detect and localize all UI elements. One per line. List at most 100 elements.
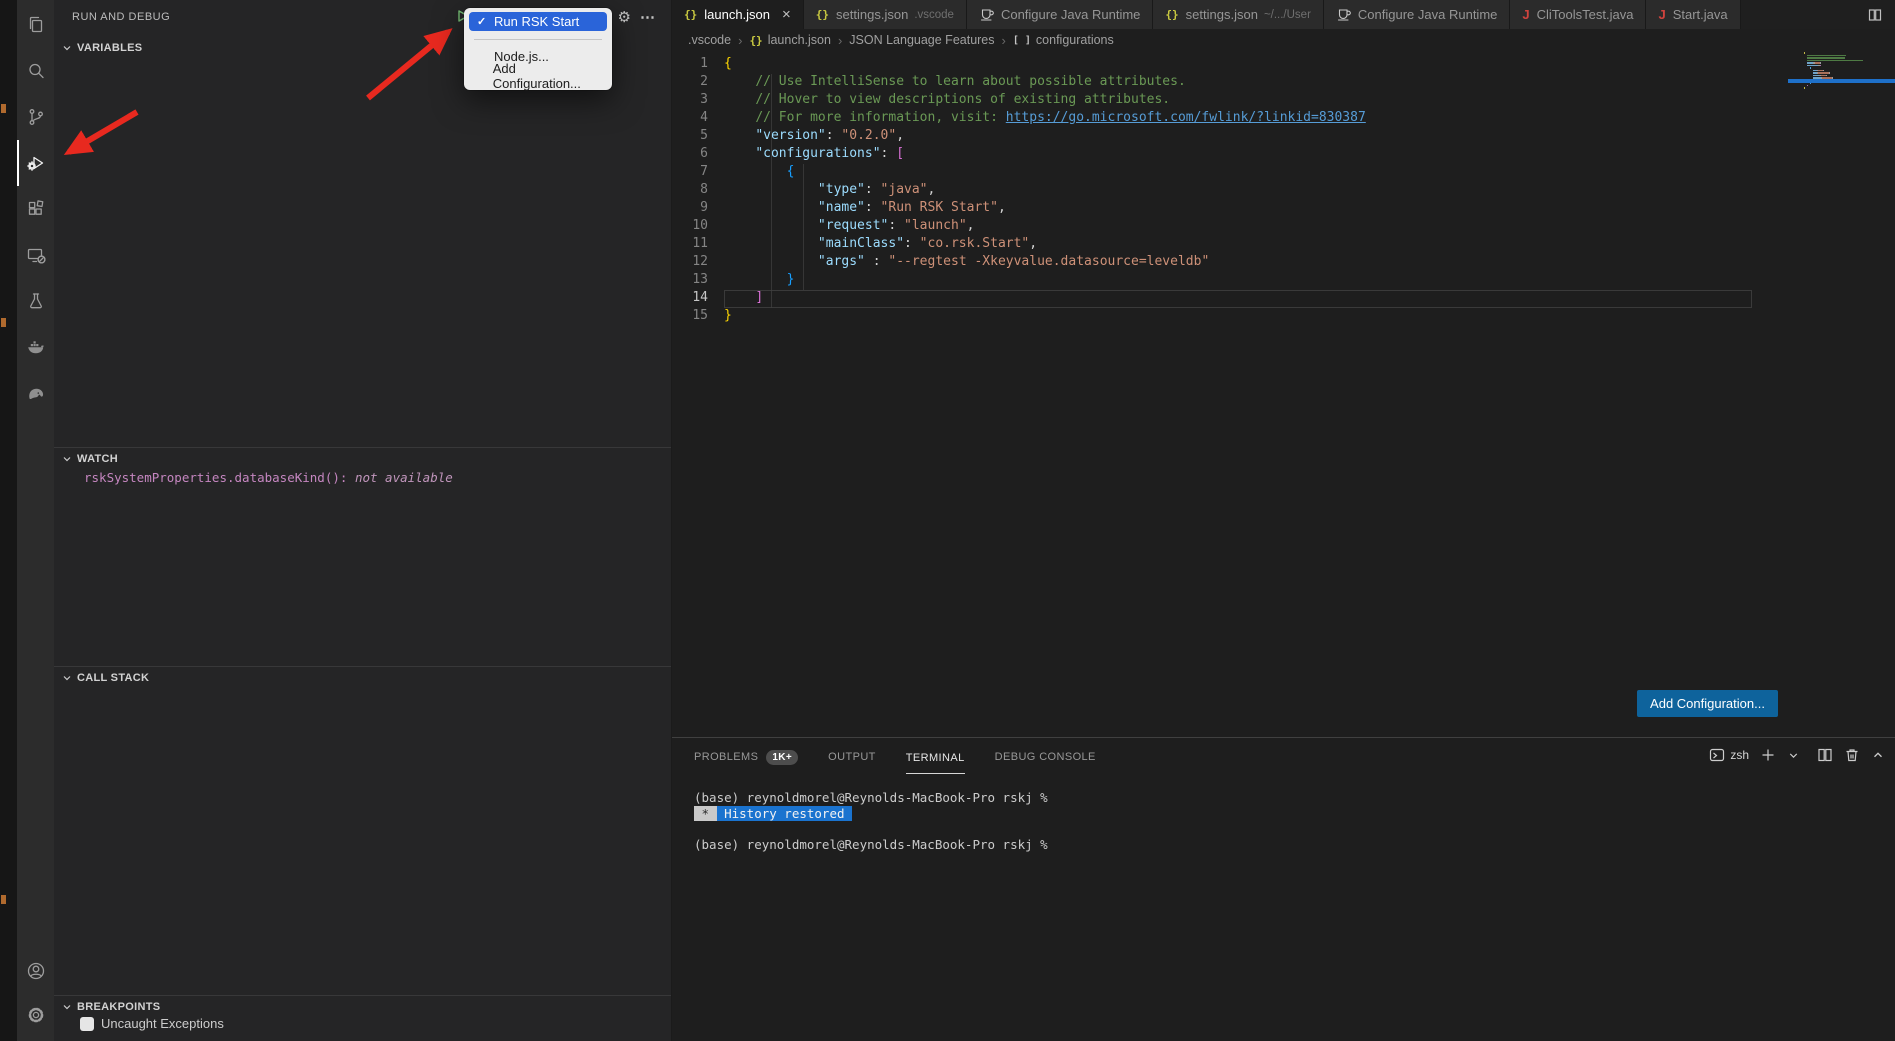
activity-bar-item-gradle[interactable] <box>17 370 54 416</box>
tab-label: Start.java <box>1673 7 1728 22</box>
section-header-watch[interactable]: WATCH <box>54 447 671 469</box>
terminal-icon <box>1709 747 1725 763</box>
code-line-content: // Hover to view descriptions of existin… <box>724 92 1752 110</box>
debug-settings-gear-icon[interactable]: ⚙ <box>618 8 631 26</box>
line-number: 9 <box>672 200 724 218</box>
panel-tab-problems[interactable]: PROBLEMS1K+ <box>694 738 798 776</box>
line-number: 7 <box>672 164 724 182</box>
code-text: // Use IntelliSense to learn about possi… <box>724 74 1752 89</box>
new-terminal-icon[interactable] <box>1760 747 1776 763</box>
activity-bar-item-docker[interactable] <box>17 324 54 370</box>
source-control-icon <box>24 105 48 129</box>
breadcrumb-item[interactable]: .vscode <box>688 33 731 47</box>
code-line-4: 4 // For more information, visit: https:… <box>672 110 1895 128</box>
activity-bar-item-accounts[interactable] <box>17 949 54 993</box>
code-text: // Hover to view descriptions of existin… <box>724 92 1752 107</box>
activity-bar-item-settings[interactable] <box>17 993 54 1037</box>
code-line-content: "args" : "--regtest -Xkeyvalue.datasourc… <box>724 254 1752 272</box>
menu-item-run-rsk-start[interactable]: ✓Run RSK Start <box>469 12 607 31</box>
code-editor[interactable]: 1{2 // Use IntelliSense to learn about p… <box>672 56 1895 326</box>
menu-item-label: Add Configuration... <box>493 61 599 91</box>
activity-bar-item-source-control[interactable] <box>17 94 54 140</box>
code-text: "request": "launch", <box>724 218 1752 233</box>
kill-terminal-trash-icon[interactable] <box>1844 747 1860 763</box>
code-line-content: "request": "launch", <box>724 218 1752 236</box>
activity-bar-item-extensions[interactable] <box>17 186 54 232</box>
uncaught-exceptions-checkbox[interactable] <box>80 1017 94 1031</box>
breadcrumb-item[interactable]: [ ] configurations <box>1013 33 1114 47</box>
activity-bar-item-explorer[interactable] <box>17 2 54 48</box>
testing-icon <box>24 289 48 313</box>
code-line-12: 12 "args" : "--regtest -Xkeyvalue.dataso… <box>672 254 1895 272</box>
panel-tab-terminal[interactable]: TERMINAL <box>906 738 965 776</box>
more-actions-icon[interactable]: ⋯ <box>640 8 655 26</box>
tab-configure-java-runtime[interactable]: Configure Java Runtime <box>967 0 1153 29</box>
activity-bar-item-testing[interactable] <box>17 278 54 324</box>
terminal-output[interactable]: (base) reynoldmorel@Reynolds-MacBook-Pro… <box>694 790 1048 852</box>
section-header-call-stack[interactable]: CALL STACK <box>54 666 671 688</box>
split-terminal-icon[interactable] <box>1817 747 1833 763</box>
watch-expression: rskSystemProperties.databaseKind(): <box>84 470 347 485</box>
watch-value: not available <box>355 470 453 485</box>
maximize-panel-chevron-icon[interactable] <box>1871 748 1885 762</box>
launch-profile-chevron-icon[interactable] <box>1787 749 1800 762</box>
problems-count-badge: 1K+ <box>766 750 798 765</box>
code-line-1: 1{ <box>672 56 1895 74</box>
code-line-content: } <box>724 308 1752 326</box>
panel-tab-debug-console[interactable]: DEBUG CONSOLE <box>995 738 1096 776</box>
panel-tab-output[interactable]: OUTPUT <box>828 738 876 776</box>
indent-guide <box>803 164 804 290</box>
minimap-line <box>1829 72 1830 74</box>
tab-settings-json[interactable]: {}settings.json~/.../User <box>1153 0 1324 29</box>
close-icon[interactable]: × <box>782 8 791 21</box>
gradle-icon <box>24 381 48 405</box>
code-text: } <box>724 272 1752 287</box>
activity-bar-item-run-debug[interactable] <box>17 140 54 186</box>
activity-bar-item-remote-explorer[interactable] <box>17 232 54 278</box>
tab-start-java[interactable]: J Start.java <box>1646 0 1740 29</box>
shell-selector[interactable]: zsh <box>1709 747 1749 763</box>
active-view-indicator <box>17 140 19 186</box>
add-configuration-button[interactable]: Add Configuration... <box>1637 690 1778 717</box>
menu-item-label: Run RSK Start <box>494 14 579 29</box>
array-symbol-icon: [ ] <box>1013 35 1031 46</box>
breadcrumb-item[interactable]: {}launch.json <box>749 33 831 47</box>
edge-marker <box>1 104 6 113</box>
menu-item-add-configuration-[interactable]: Add Configuration... <box>469 66 607 85</box>
chevron-down-icon <box>59 999 75 1015</box>
checkmark-icon: ✓ <box>477 15 494 28</box>
java-runtime-cup-icon <box>979 7 994 22</box>
tab-bar-spacer <box>1741 0 1855 29</box>
line-number: 6 <box>672 146 724 164</box>
json-file-icon: {} <box>1165 8 1178 21</box>
tab-label: launch.json <box>704 7 770 22</box>
breadcrumb: .vscode›{}launch.json›JSON Language Feat… <box>688 29 1114 51</box>
tab-launch-json[interactable]: {}launch.json× <box>672 0 804 29</box>
line-number: 11 <box>672 236 724 254</box>
tab-clitoolstest-java[interactable]: JCliToolsTest.java <box>1510 0 1646 29</box>
line-number: 1 <box>672 56 724 74</box>
activity-bar-item-search[interactable] <box>17 48 54 94</box>
breadcrumb-item[interactable]: JSON Language Features <box>849 33 994 47</box>
code-line-3: 3 // Hover to view descriptions of exist… <box>672 92 1895 110</box>
line-number: 14 <box>672 290 724 308</box>
terminal-line: (base) reynoldmorel@Reynolds-MacBook-Pro… <box>694 837 1048 853</box>
watch-expression-row[interactable]: rskSystemProperties.databaseKind(): not … <box>84 470 453 485</box>
panel-controls: zsh <box>1709 747 1885 763</box>
tab-settings-json[interactable]: {}settings.json.vscode <box>804 0 967 29</box>
indent-guide <box>771 74 772 308</box>
section-header-breakpoints[interactable]: BREAKPOINTS <box>54 995 671 1017</box>
java-file-icon: J <box>1658 7 1665 22</box>
code-text: ] <box>724 290 1752 305</box>
breadcrumb-label: configurations <box>1036 33 1114 47</box>
code-text: // For more information, visit: https://… <box>724 110 1752 125</box>
configuration-dropdown-menu: ✓Run RSK StartNode.js...Add Configuratio… <box>464 8 612 90</box>
line-number: 10 <box>672 218 724 236</box>
minimap-line <box>1813 75 1819 77</box>
tab-configure-java-runtime[interactable]: Configure Java Runtime <box>1324 0 1510 29</box>
code-text: "mainClass": "co.rsk.Start", <box>724 236 1752 251</box>
code-text: { <box>724 164 1752 179</box>
code-line-7: 7 { <box>672 164 1895 182</box>
line-number: 8 <box>672 182 724 200</box>
split-editor-icon[interactable] <box>1855 0 1895 29</box>
